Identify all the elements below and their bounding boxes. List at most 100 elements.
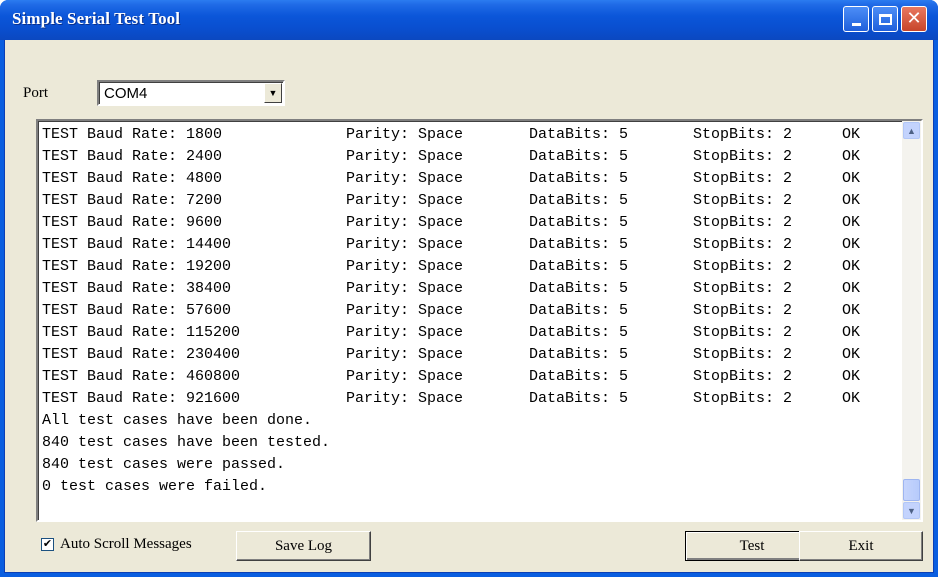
log-row: TEST Baud Rate: 14400 Parity: Space DataBi…	[42, 234, 900, 256]
log-test: TEST Baud Rate: 57600	[42, 302, 232, 319]
log-databits: DataBits: 5	[529, 280, 629, 297]
log-row: TEST Baud Rate: 115200 Parity: Space DataB…	[42, 322, 900, 344]
scroll-down-icon[interactable]: ▼	[903, 502, 920, 519]
log-stopbits: StopBits: 2	[693, 170, 793, 187]
log-stopbits: StopBits: 2	[693, 390, 793, 407]
log-result: OK	[842, 126, 861, 143]
log-databits: DataBits: 5	[529, 126, 629, 143]
log-summary-line: 840 test cases have been tested.	[42, 434, 331, 451]
save-log-button[interactable]: Save Log	[236, 531, 371, 561]
log-result: OK	[842, 258, 861, 275]
log-row: TEST Baud Rate: 38400 Parity: Space DataBi…	[42, 278, 900, 300]
log-databits: DataBits: 5	[529, 302, 629, 319]
log-stopbits: StopBits: 2	[693, 214, 793, 231]
log-stopbits: StopBits: 2	[693, 280, 793, 297]
log-test: TEST Baud Rate: 115200	[42, 324, 241, 341]
log-parity: Parity: Space	[346, 368, 464, 385]
log-databits: DataBits: 5	[529, 390, 629, 407]
log-result: OK	[842, 368, 861, 385]
scrollbar-thumb[interactable]	[903, 479, 920, 501]
maximize-button[interactable]	[872, 6, 898, 32]
log-lines: TEST Baud Rate: 1800 Parity: Space DataBit…	[42, 124, 900, 498]
minimize-button[interactable]	[843, 6, 869, 32]
port-value: COM4	[104, 85, 148, 102]
log-databits: DataBits: 5	[529, 214, 629, 231]
log-result: OK	[842, 236, 861, 253]
log-row: TEST Baud Rate: 1800 Parity: Space DataBit…	[42, 124, 900, 146]
title-bar[interactable]: Simple Serial Test Tool ✕	[0, 0, 938, 40]
scroll-up-icon[interactable]: ▲	[903, 122, 920, 139]
log-parity: Parity: Space	[346, 126, 464, 143]
log-stopbits: StopBits: 2	[693, 368, 793, 385]
window-title: Simple Serial Test Tool	[12, 9, 181, 28]
log-test: TEST Baud Rate: 9600	[42, 214, 223, 231]
log-databits: DataBits: 5	[529, 324, 629, 341]
log-stopbits: StopBits: 2	[693, 258, 793, 275]
log-databits: DataBits: 5	[529, 148, 629, 165]
log-result: OK	[842, 192, 861, 209]
log-parity: Parity: Space	[346, 390, 464, 407]
log-row: TEST Baud Rate: 921600 Parity: Space DataB…	[42, 388, 900, 410]
log-summary-line: All test cases have been done.	[42, 412, 313, 429]
log-result: OK	[842, 170, 861, 187]
chevron-down-icon[interactable]: ▼	[264, 83, 282, 103]
log-stopbits: StopBits: 2	[693, 148, 793, 165]
log-stopbits: StopBits: 2	[693, 302, 793, 319]
log-test: TEST Baud Rate: 38400	[42, 280, 232, 297]
log-parity: Parity: Space	[346, 280, 464, 297]
log-row: TEST Baud Rate: 230400 Parity: Space DataB…	[42, 344, 900, 366]
auto-scroll-label: Auto Scroll Messages	[60, 536, 192, 552]
close-button[interactable]: ✕	[901, 6, 927, 32]
log-parity: Parity: Space	[346, 258, 464, 275]
log-result: OK	[842, 148, 861, 165]
log-parity: Parity: Space	[346, 302, 464, 319]
vertical-scrollbar[interactable]: ▲ ▼	[902, 121, 921, 520]
log-databits: DataBits: 5	[529, 192, 629, 209]
exit-button[interactable]: Exit	[799, 531, 923, 561]
log-test: TEST Baud Rate: 4800	[42, 170, 223, 187]
log-test: TEST Baud Rate: 230400	[42, 346, 241, 363]
log-parity: Parity: Space	[346, 192, 464, 209]
log-result: OK	[842, 302, 861, 319]
log-parity: Parity: Space	[346, 236, 464, 253]
log-databits: DataBits: 5	[529, 368, 629, 385]
log-parity: Parity: Space	[346, 346, 464, 363]
log-databits: DataBits: 5	[529, 170, 629, 187]
auto-scroll-checkbox[interactable]: ✔ Auto Scroll Messages	[41, 536, 192, 553]
log-row: TEST Baud Rate: 9600 Parity: Space DataBit…	[42, 212, 900, 234]
log-row: TEST Baud Rate: 460800 Parity: Space DataB…	[42, 366, 900, 388]
minimize-icon	[851, 22, 861, 26]
app-window: Simple Serial Test Tool ✕ Port COM4 ▼ TE…	[0, 0, 938, 577]
message-log[interactable]: TEST Baud Rate: 1800 Parity: Space DataBit…	[36, 119, 923, 522]
log-test: TEST Baud Rate: 460800	[42, 368, 241, 385]
log-result: OK	[842, 390, 861, 407]
log-stopbits: StopBits: 2	[693, 236, 793, 253]
log-stopbits: StopBits: 2	[693, 192, 793, 209]
log-parity: Parity: Space	[346, 324, 464, 341]
log-test: TEST Baud Rate: 1800	[42, 126, 223, 143]
log-summary-line: 0 test cases were failed.	[42, 478, 268, 495]
log-result: OK	[842, 280, 861, 297]
log-result: OK	[842, 346, 861, 363]
log-stopbits: StopBits: 2	[693, 346, 793, 363]
log-row: TEST Baud Rate: 7200 Parity: Space DataBit…	[42, 190, 900, 212]
port-label: Port	[23, 85, 49, 101]
log-test: TEST Baud Rate: 2400	[42, 148, 223, 165]
log-stopbits: StopBits: 2	[693, 126, 793, 143]
log-databits: DataBits: 5	[529, 236, 629, 253]
port-dropdown[interactable]: COM4 ▼	[97, 80, 285, 106]
log-parity: Parity: Space	[346, 214, 464, 231]
log-row: TEST Baud Rate: 19200 Parity: Space DataBi…	[42, 256, 900, 278]
log-parity: Parity: Space	[346, 170, 464, 187]
log-test: TEST Baud Rate: 7200	[42, 192, 223, 209]
log-databits: DataBits: 5	[529, 258, 629, 275]
log-result: OK	[842, 324, 861, 341]
log-parity: Parity: Space	[346, 148, 464, 165]
log-databits: DataBits: 5	[529, 346, 629, 363]
log-test: TEST Baud Rate: 19200	[42, 258, 232, 275]
maximize-icon	[878, 13, 892, 25]
log-result: OK	[842, 214, 861, 231]
log-row: TEST Baud Rate: 4800 Parity: Space DataBit…	[42, 168, 900, 190]
close-icon: ✕	[906, 8, 922, 29]
checkbox-check-icon[interactable]: ✔	[41, 538, 54, 551]
